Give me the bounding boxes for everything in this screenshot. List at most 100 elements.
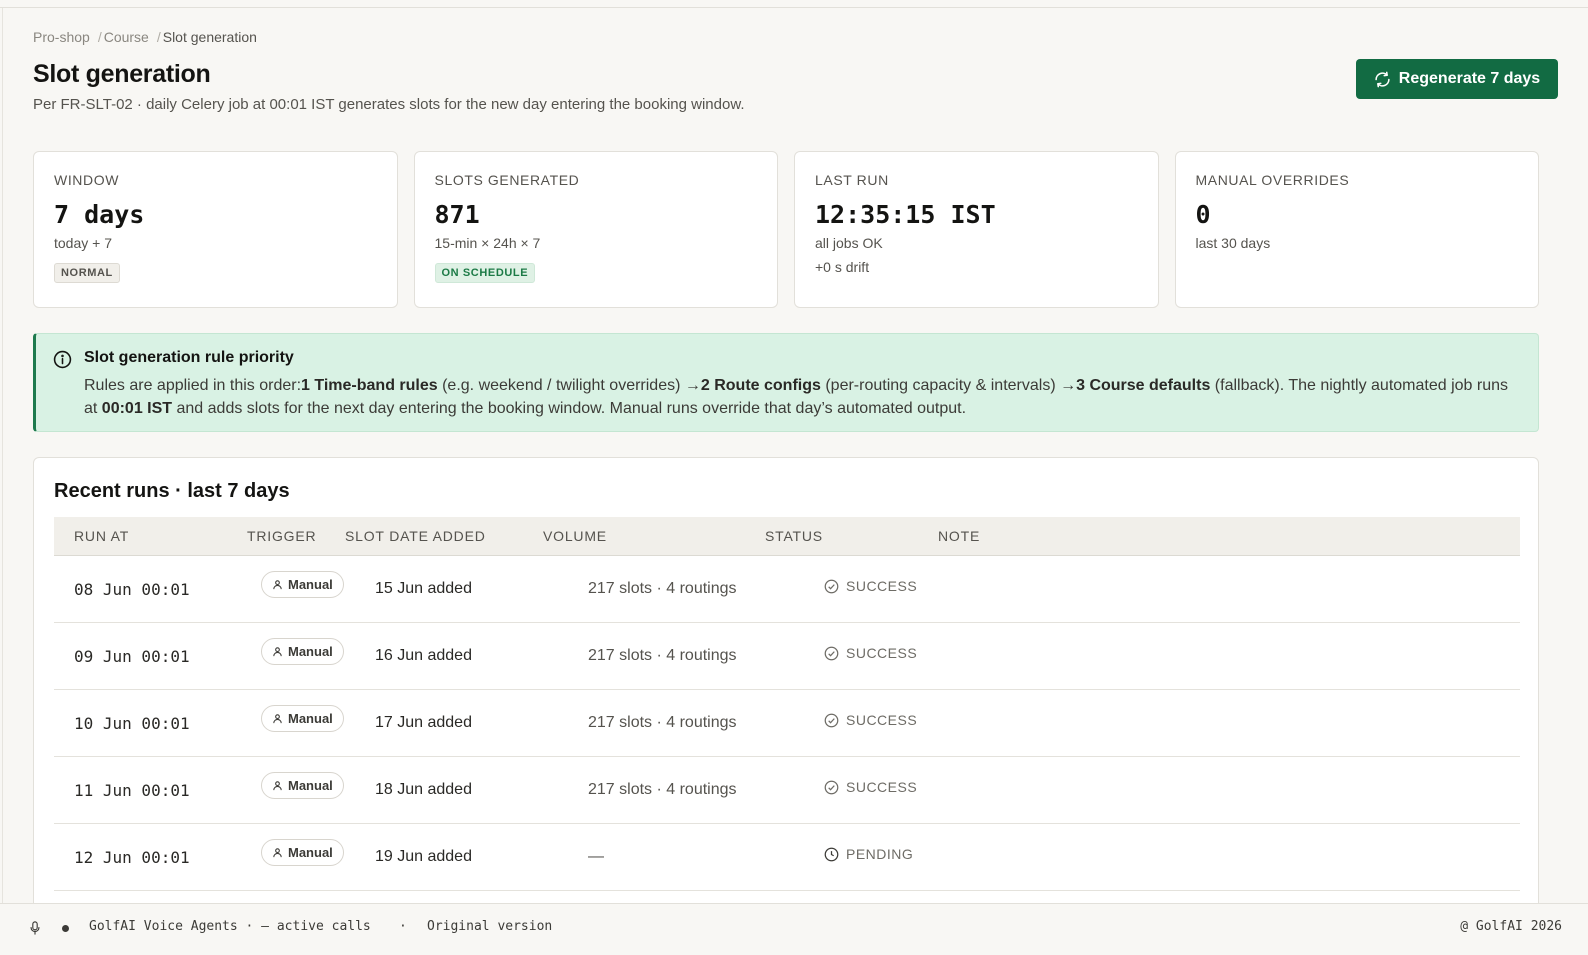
volume-cell: 217 slots · 4 routings	[588, 781, 737, 798]
slot-date-cell: 19 Jun added	[375, 848, 472, 865]
stat-sub-drift: +0 s drift	[815, 259, 870, 275]
run-at-cell: 10 Jun 00:01	[74, 714, 190, 733]
trigger-label: Manual	[288, 845, 333, 860]
stats-row: WINDOW 7 days today + 7 NORMAL SLOTS GEN…	[33, 151, 1539, 308]
breadcrumb-item-course[interactable]: Course	[104, 29, 149, 45]
status-badge: NORMAL	[54, 263, 120, 283]
callout-rule-1-desc: (e.g. weekend / twilight overrides) →	[437, 377, 701, 394]
callout-time: 00:01 IST	[101, 400, 173, 417]
callout-rule-3: 3 Course defaults	[1076, 377, 1211, 394]
breadcrumb-separator: /	[156, 29, 161, 45]
column-header-status: STATUS	[765, 528, 823, 544]
table-row[interactable]: 08 Jun 00:01 Manual 15 Jun added 217 slo…	[54, 556, 1520, 623]
footer-bar: GolfAI Voice Agents · — active calls · O…	[0, 903, 1588, 955]
table-header: RUN AT TRIGGER SLOT DATE ADDED VOLUME ST…	[54, 517, 1520, 556]
rule-priority-callout: Slot generation rule priority Rules are …	[33, 333, 1539, 432]
slot-date-cell: 17 Jun added	[375, 714, 472, 731]
info-icon	[53, 350, 72, 369]
status-cell: PENDING	[824, 846, 913, 862]
stat-value: 0	[1195, 200, 1211, 229]
clock-icon	[824, 847, 839, 861]
callout-title: Slot generation rule priority	[84, 349, 294, 366]
run-at-cell: 11 Jun 00:01	[74, 781, 190, 800]
recent-runs-title: Recent runs · last 7 days	[54, 480, 290, 502]
slot-date-cell: 16 Jun added	[375, 647, 472, 664]
footer-version-link[interactable]: Original version	[427, 919, 552, 934]
table-row[interactable]: 10 Jun 00:01 Manual 17 Jun added 217 slo…	[54, 690, 1520, 757]
callout-rule-2: 2 Route configs	[700, 377, 821, 394]
stat-value: 871	[434, 200, 480, 229]
table-row[interactable]: 12 Jun 00:01 Manual 19 Jun added — PENDI…	[54, 824, 1520, 891]
trigger-pill: Manual	[261, 839, 344, 866]
stat-sub: today + 7	[54, 235, 112, 251]
regenerate-button[interactable]: Regenerate 7 days	[1356, 59, 1558, 99]
breadcrumb-item-pro-shop[interactable]: Pro-shop	[33, 29, 90, 45]
stat-label: MANUAL OVERRIDES	[1195, 172, 1350, 188]
trigger-label: Manual	[288, 711, 333, 726]
stat-label: WINDOW	[54, 172, 120, 188]
check-circle-icon	[824, 646, 839, 660]
volume-cell: 217 slots · 4 routings	[588, 714, 737, 731]
column-header-trigger: TRIGGER	[247, 528, 317, 544]
trigger-label: Manual	[288, 577, 333, 592]
trigger-label: Manual	[288, 778, 333, 793]
callout-rule-2-desc: (per-routing capacity & intervals) →	[820, 377, 1077, 394]
status-badge: ON SCHEDULE	[434, 263, 536, 283]
page-subtitle: Per FR-SLT-02 · daily Celery job at 00:0…	[33, 96, 745, 113]
refresh-icon	[1375, 71, 1390, 87]
page-title: Slot generation	[33, 60, 211, 88]
status-cell: SUCCESS	[824, 712, 917, 728]
stat-sub: all jobs OK	[815, 235, 883, 251]
status-label: SUCCESS	[846, 712, 918, 728]
callout-intro: Rules are applied in this order:	[84, 377, 302, 394]
stat-sub: 15-min × 24h × 7	[434, 235, 541, 251]
stat-value: 12:35:15 IST	[815, 200, 996, 229]
slot-date-cell: 15 Jun added	[375, 580, 472, 597]
column-header-volume: VOLUME	[543, 528, 607, 544]
trigger-pill: Manual	[261, 705, 344, 732]
stat-label: LAST RUN	[815, 172, 889, 188]
callout-body: Rules are applied in this order:1 Time-b…	[84, 374, 1524, 420]
user-icon	[273, 647, 282, 657]
table-row[interactable]: 09 Jun 00:01 Manual 16 Jun added 217 slo…	[54, 623, 1520, 690]
footer-copyright: @ GolfAI 2026	[1460, 919, 1562, 934]
stat-card-slots-generated: SLOTS GENERATED 871 15-min × 24h × 7 ON …	[413, 151, 778, 308]
call-status-dot	[62, 925, 69, 932]
status-label: SUCCESS	[846, 645, 918, 661]
run-at-cell: 12 Jun 00:01	[74, 848, 190, 867]
status-cell: SUCCESS	[824, 779, 917, 795]
callout-outro: and adds slots for the next day entering…	[172, 400, 967, 417]
run-at-cell: 09 Jun 00:01	[74, 647, 190, 666]
stat-card-manual-overrides: MANUAL OVERRIDES 0 last 30 days	[1174, 151, 1539, 308]
trigger-pill: Manual	[261, 772, 344, 799]
volume-cell: —	[588, 848, 604, 865]
stat-sub: last 30 days	[1195, 235, 1271, 251]
footer-agents-label: GolfAI Voice Agents · — active calls	[89, 919, 371, 934]
column-header-note: NOTE	[938, 528, 981, 544]
footer-separator: ·	[399, 919, 407, 934]
stat-card-window: WINDOW 7 days today + 7 NORMAL	[33, 151, 398, 308]
regenerate-button-label: Regenerate 7 days	[1398, 70, 1541, 87]
trigger-pill: Manual	[261, 571, 344, 598]
column-header-slot-date: SLOT DATE ADDED	[345, 528, 486, 544]
breadcrumb-item-current: Slot generation	[162, 29, 257, 45]
check-circle-icon	[824, 579, 839, 593]
breadcrumb: Pro-shop / Course / Slot generation	[33, 29, 257, 45]
microphone-icon[interactable]	[29, 921, 41, 935]
trigger-pill: Manual	[261, 638, 344, 665]
breadcrumb-separator: /	[97, 29, 102, 45]
run-at-cell: 08 Jun 00:01	[74, 580, 190, 599]
top-divider	[0, 0, 1588, 8]
volume-cell: 217 slots · 4 routings	[588, 580, 737, 597]
status-label: PENDING	[846, 846, 914, 862]
table-row[interactable]: 11 Jun 00:01 Manual 18 Jun added 217 slo…	[54, 757, 1520, 824]
user-icon	[273, 580, 282, 590]
check-circle-icon	[824, 713, 839, 727]
column-header-run-at: RUN AT	[74, 528, 130, 544]
user-icon	[273, 714, 282, 724]
stat-label: SLOTS GENERATED	[434, 172, 580, 188]
slot-date-cell: 18 Jun added	[375, 781, 472, 798]
trigger-label: Manual	[288, 644, 333, 659]
user-icon	[273, 848, 282, 858]
stat-card-last-run: LAST RUN 12:35:15 IST all jobs OK +0 s d…	[794, 151, 1159, 308]
